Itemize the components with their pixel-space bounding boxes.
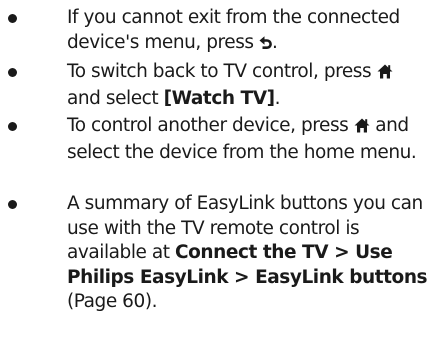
page-reference: (Page 60). bbox=[67, 291, 158, 312]
home-icon bbox=[354, 116, 370, 141]
bullet-dot bbox=[8, 122, 17, 131]
bullet-dot bbox=[8, 68, 17, 77]
bullet-dot bbox=[8, 200, 17, 209]
bullet-text: To control another device, press and sel… bbox=[67, 114, 431, 165]
bullet-dot bbox=[8, 14, 17, 23]
bullet-text-before: If you cannot exit from the connected de… bbox=[67, 7, 400, 53]
bullet-text-middle: and select bbox=[67, 87, 159, 109]
back-icon bbox=[259, 33, 272, 58]
bullet-text: If you cannot exit from the connected de… bbox=[67, 6, 431, 57]
bullet-text-after: . bbox=[274, 87, 281, 109]
bullet-list: If you cannot exit from the connected de… bbox=[0, 0, 434, 342]
bullet-text: A summary of EasyLink buttons you can us… bbox=[67, 192, 431, 315]
bullet-text-before: To control another device, press bbox=[67, 115, 349, 136]
home-icon bbox=[377, 62, 393, 87]
bullet-text-after: . bbox=[272, 31, 278, 53]
bullet-text-before: To switch back to TV control, press bbox=[67, 61, 372, 82]
watch-tv-label: [Watch TV] bbox=[163, 87, 275, 109]
bullet-text: To switch back to TV control, press and … bbox=[67, 60, 431, 111]
